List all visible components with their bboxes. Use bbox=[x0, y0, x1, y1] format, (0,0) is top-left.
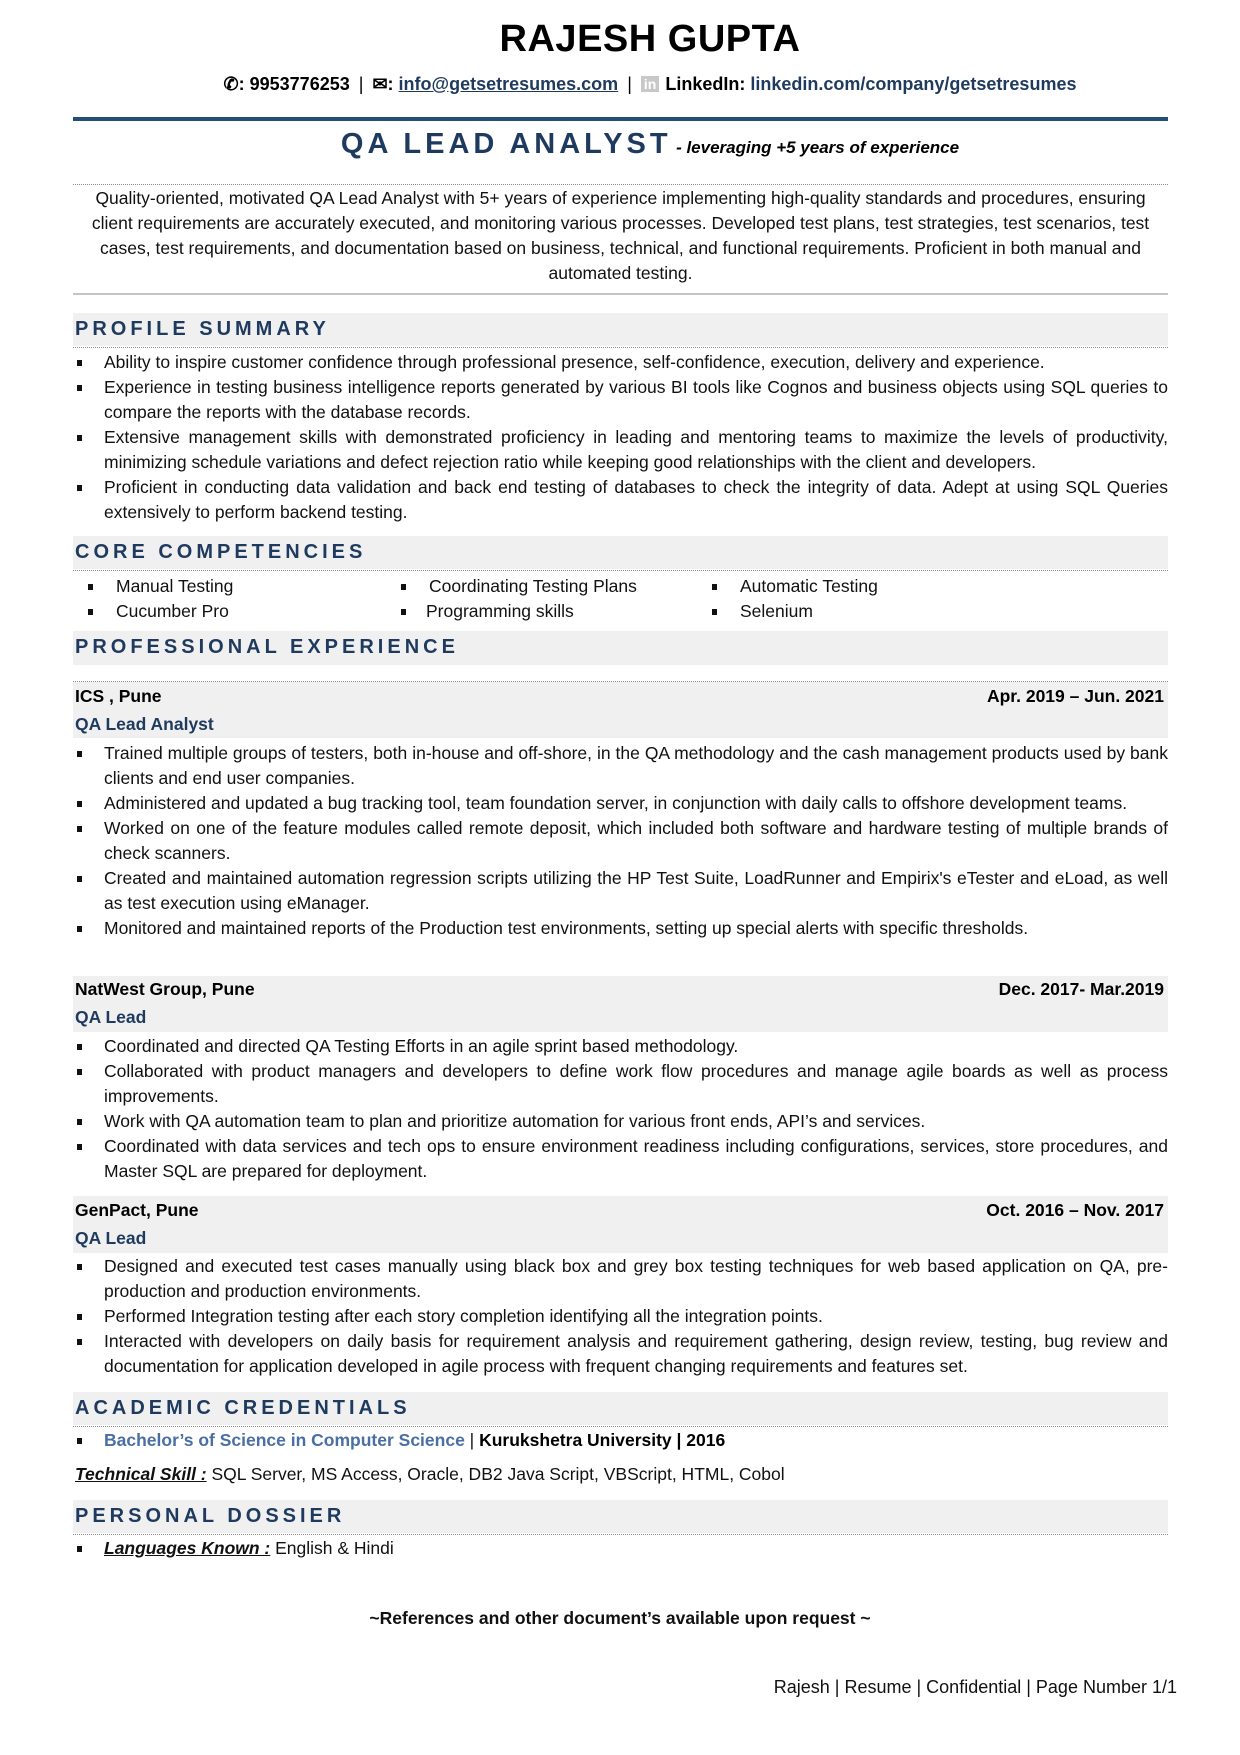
references-note: ~References and other document’s availab… bbox=[369, 1608, 871, 1628]
section-title: PROFESSIONAL EXPERIENCE bbox=[75, 636, 459, 658]
envelope-icon: ✉: bbox=[372, 74, 394, 94]
list-item: Work with QA automation team to plan and… bbox=[73, 1109, 1168, 1134]
separator: | bbox=[358, 74, 364, 94]
competency-item: Programming skills bbox=[401, 599, 574, 624]
divider bbox=[73, 347, 1168, 348]
section-title: CORE COMPETENCIES bbox=[75, 541, 367, 563]
job-header: NatWest Group, Pune Dec. 2017- Mar.2019 … bbox=[73, 976, 1168, 1032]
profile-bullets: Ability to inspire customer confidence t… bbox=[73, 350, 1168, 525]
list-item: Designed and executed test cases manuall… bbox=[73, 1254, 1168, 1304]
list-item: Performed Integration testing after each… bbox=[73, 1304, 1168, 1329]
education-list: Bachelor’s of Science in Computer Scienc… bbox=[73, 1428, 1168, 1453]
phone-icon: ✆: bbox=[223, 74, 245, 94]
phone-number[interactable]: 9953776253 bbox=[250, 74, 350, 94]
technical-skill-label: Technical Skill : bbox=[75, 1464, 207, 1484]
list-item: Monitored and maintained reports of the … bbox=[73, 916, 1168, 941]
job-title: QA LEAD ANALYST - leveraging +5 years of… bbox=[0, 128, 1240, 161]
role-tagline: - leveraging +5 years of experience bbox=[676, 138, 960, 157]
job-bullets: Designed and executed test cases manuall… bbox=[73, 1254, 1168, 1379]
header-divider bbox=[73, 117, 1168, 121]
technical-skill-value: SQL Server, MS Access, Oracle, DB2 Java … bbox=[206, 1464, 785, 1484]
competency-item: Manual Testing bbox=[88, 574, 233, 599]
list-item: Administered and updated a bug tracking … bbox=[73, 791, 1168, 816]
job-role: QA Lead bbox=[75, 1007, 147, 1027]
job-role: QA Lead bbox=[75, 1228, 147, 1248]
company-name: ICS , Pune bbox=[75, 686, 162, 706]
list-item: Trained multiple groups of testers, both… bbox=[73, 741, 1168, 791]
job-bullets: Coordinated and directed QA Testing Effo… bbox=[73, 1034, 1168, 1184]
page-footer: Rajesh | Resume | Confidential | Page Nu… bbox=[773, 1677, 1177, 1697]
list-item: Collaborated with product managers and d… bbox=[73, 1059, 1168, 1109]
section-title: PROFILE SUMMARY bbox=[75, 318, 330, 340]
list-item: Experience in testing business intellige… bbox=[73, 375, 1168, 425]
section-header-professional-experience: PROFESSIONAL EXPERIENCE bbox=[73, 631, 1168, 665]
role-title: QA LEAD ANALYST bbox=[340, 128, 672, 160]
separator: | bbox=[627, 74, 632, 94]
summary-paragraph: Quality-oriented, motivated QA Lead Anal… bbox=[91, 188, 1150, 283]
company-name: GenPact, Pune bbox=[75, 1200, 199, 1220]
job-bullets: Trained multiple groups of testers, both… bbox=[73, 741, 1168, 941]
competency-item: Automatic Testing bbox=[712, 574, 878, 599]
divider bbox=[73, 184, 1168, 185]
divider bbox=[73, 570, 1168, 571]
job-role: QA Lead Analyst bbox=[75, 714, 214, 734]
personal-list: Languages Known : English & Hindi bbox=[73, 1536, 1168, 1561]
job-dates: Apr. 2019 – Jun. 2021 bbox=[986, 686, 1164, 706]
email-link[interactable]: info@getsetresumes.com bbox=[399, 74, 619, 94]
languages-item: Languages Known : English & Hindi bbox=[73, 1536, 1168, 1561]
technical-skills: Technical Skill : SQL Server, MS Access,… bbox=[75, 1462, 785, 1487]
job-header: ICS , Pune Apr. 2019 – Jun. 2021 QA Lead… bbox=[73, 682, 1168, 738]
list-item: Proficient in conducting data validation… bbox=[73, 475, 1168, 525]
job-dates: Dec. 2017- Mar.2019 bbox=[998, 979, 1164, 999]
university-year: Kurukshetra University | 2016 bbox=[479, 1430, 726, 1450]
languages-label: Languages Known : bbox=[104, 1538, 271, 1558]
competency-item: Selenium bbox=[712, 599, 813, 624]
section-title: PERSONAL DOSSIER bbox=[75, 1505, 346, 1527]
linkedin-label: LinkedIn: bbox=[665, 74, 746, 94]
degree: Bachelor’s of Science in Computer Scienc… bbox=[104, 1430, 465, 1450]
linkedin-link[interactable]: linkedin.com/company/getsetresumes bbox=[750, 74, 1076, 94]
list-item: Extensive management skills with demonst… bbox=[73, 425, 1168, 475]
list-item: Created and maintained automation regres… bbox=[73, 866, 1168, 916]
competencies-grid: Manual Testing Coordinating Testing Plan… bbox=[88, 574, 1088, 626]
section-title: ACADEMIC CREDENTIALS bbox=[75, 1397, 411, 1419]
company-name: NatWest Group, Pune bbox=[75, 979, 255, 999]
competency-item: Coordinating Testing Plans bbox=[401, 574, 637, 599]
list-item: Ability to inspire customer confidence t… bbox=[73, 350, 1168, 375]
list-item: Interacted with developers on daily basi… bbox=[73, 1329, 1168, 1379]
separator: | bbox=[464, 1430, 480, 1450]
candidate-name: RAJESH GUPTA bbox=[499, 18, 801, 60]
education-item: Bachelor’s of Science in Computer Scienc… bbox=[73, 1428, 1168, 1453]
section-header-core-competencies: CORE COMPETENCIES bbox=[73, 536, 1168, 569]
list-item: Coordinated with data services and tech … bbox=[73, 1134, 1168, 1184]
divider bbox=[73, 1426, 1168, 1427]
section-header-profile-summary: PROFILE SUMMARY bbox=[73, 313, 1168, 346]
languages-value: English & Hindi bbox=[270, 1538, 394, 1558]
contact-line: ✆: 9953776253 | ✉: info@getsetresumes.co… bbox=[0, 74, 1240, 95]
list-item: Coordinated and directed QA Testing Effo… bbox=[73, 1034, 1168, 1059]
job-dates: Oct. 2016 – Nov. 2017 bbox=[986, 1200, 1164, 1220]
job-header: GenPact, Pune Oct. 2016 – Nov. 2017 QA L… bbox=[73, 1196, 1168, 1253]
divider bbox=[73, 1534, 1168, 1535]
list-item: Worked on one of the feature modules cal… bbox=[73, 816, 1168, 866]
section-header-personal-dossier: PERSONAL DOSSIER bbox=[73, 1500, 1168, 1533]
linkedin-icon: in bbox=[640, 76, 660, 92]
section-header-academic-credentials: ACADEMIC CREDENTIALS bbox=[73, 1392, 1168, 1425]
divider bbox=[73, 293, 1168, 295]
competency-item: Cucumber Pro bbox=[88, 599, 229, 624]
